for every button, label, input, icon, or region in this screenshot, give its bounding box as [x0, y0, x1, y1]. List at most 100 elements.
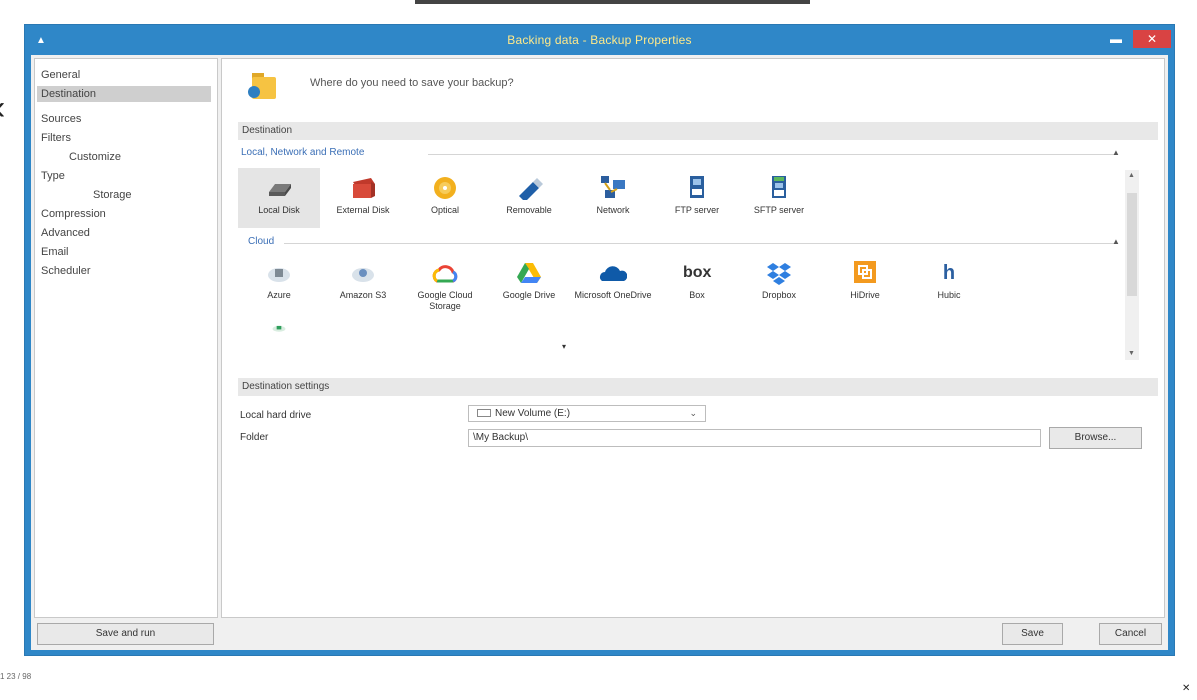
drive-select-value: New Volume (E:)	[495, 408, 571, 419]
tile-azure[interactable]: Azure	[238, 253, 320, 313]
drive-label: Local hard drive	[240, 410, 312, 421]
top-strip	[0, 0, 1197, 11]
cancel-button[interactable]: Cancel	[1099, 623, 1162, 645]
tile-label: Microsoft OneDrive	[574, 290, 652, 300]
chevron-down-icon: ⌄	[689, 408, 697, 418]
nav-item-advanced[interactable]: Advanced	[41, 225, 90, 241]
window-title: Backing data - Backup Properties	[25, 33, 1174, 47]
google-drive-icon	[517, 263, 541, 283]
optical-disc-icon	[434, 177, 456, 199]
dropbox-icon	[767, 263, 791, 285]
tile-ftp-server[interactable]: FTP server	[656, 168, 738, 228]
tile-label: HiDrive	[850, 290, 880, 300]
tile-box[interactable]: box Box	[656, 253, 738, 313]
hidrive-icon	[854, 261, 876, 283]
collapse-cloud-icon[interactable]: ▲	[1112, 237, 1120, 246]
tile-removable[interactable]: Removable	[488, 168, 570, 228]
minimize-button[interactable]: ▬	[1105, 30, 1127, 48]
title-bar: ▲ Backing data - Backup Properties ▬ ✕	[25, 25, 1174, 55]
save-button[interactable]: Save	[1002, 623, 1063, 645]
scroll-up-icon[interactable]: ▲	[1128, 172, 1135, 179]
top-strip-shadow	[415, 0, 810, 4]
scroll-down-icon[interactable]: ▼	[1128, 350, 1135, 357]
section-destination-settings: Destination settings	[238, 378, 1158, 396]
tile-google-drive[interactable]: Google Drive	[488, 253, 570, 313]
tile-label: Box	[689, 290, 705, 300]
local-disk-icon	[269, 184, 291, 196]
tile-hubic[interactable]: h Hubic	[908, 253, 990, 313]
tile-sftp-server[interactable]: SFTP server	[738, 168, 820, 228]
tile-label: FTP server	[674, 205, 720, 215]
nav-item-scheduler[interactable]: Scheduler	[41, 263, 91, 279]
tile-optical[interactable]: Optical	[404, 168, 486, 228]
window-client: General Destination Sources Filters Cust…	[31, 55, 1168, 650]
nav-item-sources[interactable]: Sources	[41, 111, 81, 127]
drive-icon	[477, 409, 491, 418]
tile-label: Google Cloud Storage	[417, 290, 473, 311]
scroll-thumb[interactable]	[1127, 193, 1137, 296]
nav-item-email[interactable]: Email	[41, 244, 69, 260]
group-cloud-divider	[284, 243, 1118, 244]
group-cloud-label: Cloud	[248, 236, 275, 247]
nav-item-general[interactable]: General	[41, 67, 80, 83]
tile-label: Dropbox	[761, 290, 797, 300]
scroll-hint-icon: ▾	[562, 342, 567, 351]
sftp-server-icon	[772, 176, 786, 198]
tile-label: External Disk	[336, 205, 390, 215]
drive-select[interactable]: New Volume (E:) ⌄	[468, 405, 706, 422]
window-title-right: Backup Properties	[590, 33, 692, 47]
tile-label: Amazon S3	[339, 290, 387, 300]
external-disk-icon	[353, 178, 375, 198]
network-icon	[601, 176, 625, 198]
tile-local-disk[interactable]: Local Disk	[238, 168, 320, 228]
window-title-separator: -	[579, 33, 591, 47]
more-cloud-icon	[272, 325, 286, 332]
close-icon[interactable]: ✕	[1182, 683, 1190, 694]
page-question: Where do you need to save your backup?	[310, 77, 514, 89]
folder-label: Folder	[240, 432, 269, 443]
section-destination: Destination	[238, 122, 1158, 140]
tiles-scrollbar[interactable]: ▲ ▼	[1125, 170, 1139, 360]
tile-google-cloud[interactable]: Google Cloud Storage	[404, 253, 486, 313]
tile-label: Azure	[267, 290, 291, 300]
nav-item-filters[interactable]: Filters	[41, 130, 71, 146]
nav-item-compression[interactable]: Compression	[41, 206, 106, 222]
ftp-server-icon	[690, 176, 704, 198]
tile-label: Google Drive	[502, 290, 556, 300]
nav-item-storage[interactable]: Storage	[93, 187, 132, 203]
status-text: 1 23 / 98	[0, 672, 32, 681]
tile-hidrive[interactable]: HiDrive	[824, 253, 906, 313]
collapse-local-icon[interactable]: ▲	[1112, 148, 1120, 157]
nav-item-destination[interactable]: Destination	[37, 86, 211, 102]
close-button[interactable]: ✕	[1133, 30, 1171, 48]
tile-amazon-s3[interactable]: Amazon S3	[322, 253, 404, 313]
save-and-run-button[interactable]: Save and run	[37, 623, 214, 645]
settings-nav: General Destination Sources Filters Cust…	[34, 58, 218, 618]
azure-icon	[268, 268, 290, 282]
tile-label: Local Disk	[258, 205, 300, 215]
group-local-label: Local, Network and Remote	[241, 147, 365, 158]
tile-network[interactable]: Network	[572, 168, 654, 228]
nav-item-type[interactable]: Type	[41, 168, 65, 184]
onedrive-icon	[600, 266, 627, 281]
tile-label: SFTP server	[753, 205, 805, 215]
tile-dropbox[interactable]: Dropbox	[738, 253, 820, 313]
backup-folder-icon	[248, 69, 276, 103]
destination-page: Where do you need to save your backup? D…	[221, 58, 1165, 618]
browse-button[interactable]: Browse...	[1049, 427, 1142, 449]
folder-input[interactable]: \My Backup\	[468, 429, 1041, 447]
tile-onedrive[interactable]: Microsoft OneDrive	[572, 253, 654, 313]
tile-external-disk[interactable]: External Disk	[322, 168, 404, 228]
tile-label: Removable	[506, 205, 552, 215]
window-title-left: Backing data	[507, 33, 580, 47]
hubic-icon: h	[942, 262, 956, 284]
tile-label: Hubic	[937, 290, 961, 300]
box-icon: box	[683, 264, 712, 281]
tile-more-cloud[interactable]	[238, 317, 320, 347]
tile-label: Optical	[430, 205, 459, 215]
chevron-left-icon[interactable]: ‹	[0, 91, 5, 125]
group-local-divider	[428, 154, 1118, 155]
tile-label: Network	[596, 205, 630, 215]
nav-item-customize[interactable]: Customize	[69, 149, 121, 165]
usb-drive-icon	[519, 178, 543, 200]
